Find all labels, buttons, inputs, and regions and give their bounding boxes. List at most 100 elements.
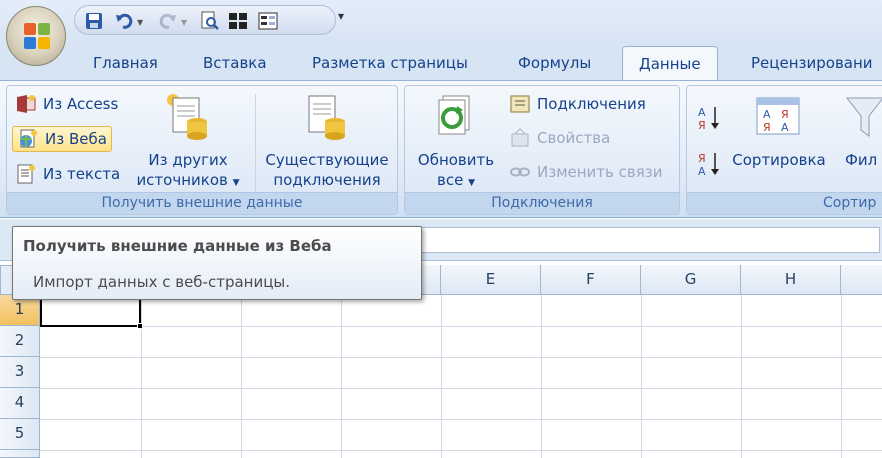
connections-button[interactable]: Подключения — [509, 94, 646, 114]
tooltip: Получить внешние данные из Веба Импорт д… — [12, 226, 422, 300]
svg-text:Я: Я — [698, 152, 706, 165]
sort-filter-group: А Я Я А А Я Я А Сортировка Фил Сортир — [686, 85, 882, 215]
gridline — [641, 295, 642, 458]
refresh-all-label-2: все — [436, 171, 464, 189]
svg-text:А: А — [698, 165, 706, 178]
column-header-e[interactable]: E — [441, 265, 541, 295]
column-header-i[interactable] — [841, 265, 882, 295]
fill-handle[interactable] — [137, 323, 143, 329]
existing-connections-label-1: Существующие — [265, 151, 389, 169]
from-web-label: Из Веба — [45, 130, 107, 148]
connections-icon — [510, 95, 530, 113]
filter-label: Фил — [845, 151, 878, 169]
office-logo-icon — [24, 23, 50, 49]
from-text-button[interactable]: Из текста — [15, 164, 120, 184]
connections-label: Подключения — [537, 95, 646, 113]
link-icon — [510, 167, 530, 177]
redo-dropdown-icon[interactable]: ▼ — [181, 18, 187, 27]
gridline — [141, 295, 142, 458]
svg-text:А: А — [763, 108, 771, 121]
get-external-data-group-label: Получить внешние данные — [7, 192, 397, 214]
from-access-button[interactable]: Из Access — [15, 94, 118, 114]
group-divider — [255, 94, 256, 192]
tab-data[interactable]: Данные — [622, 46, 718, 84]
other-sources-label-1: Из других — [148, 151, 228, 169]
row-header-4[interactable]: 4 — [0, 388, 40, 419]
column-header-f[interactable]: F — [541, 265, 641, 295]
other-sources-label-2-wrap: источников ▼ — [133, 170, 243, 193]
existing-connections-label-2: подключения — [273, 171, 381, 189]
tooltip-body: Импорт данных с веб-страницы. — [33, 273, 291, 291]
freeze-panes-icon[interactable] — [227, 10, 249, 32]
tab-page-layout[interactable]: Разметка страницы — [312, 54, 468, 72]
dropdown-arrow-icon: ▼ — [232, 178, 240, 188]
svg-text:А: А — [781, 121, 789, 134]
existing-connections-icon — [308, 95, 345, 140]
gridline — [40, 419, 882, 420]
web-icon — [20, 129, 37, 148]
sort-filter-group-label: Сортир — [687, 192, 882, 214]
tab-formulas[interactable]: Формулы — [518, 54, 591, 72]
customize-qat-button[interactable]: ▾ — [338, 9, 344, 23]
gridline — [541, 295, 542, 458]
office-button[interactable] — [6, 6, 66, 66]
refresh-all-label-2-wrap: все ▼ — [409, 170, 503, 193]
row-header-5[interactable]: 5 — [0, 419, 40, 450]
tab-home[interactable]: Главная — [93, 54, 158, 72]
sort-dialog-icon: А Я Я А — [756, 97, 800, 135]
edit-links-button[interactable]: Изменить связи — [509, 162, 662, 182]
other-sources-label-2: источников — [136, 171, 228, 189]
sort-label: Сортировка — [732, 151, 826, 169]
gridline — [40, 450, 882, 451]
undo-icon[interactable] — [113, 10, 135, 32]
sort-descending-icon: Я А — [698, 152, 719, 178]
sort-ascending-icon: А Я — [698, 106, 719, 132]
refresh-icon — [438, 95, 470, 135]
connections-group-label: Подключения — [405, 192, 679, 214]
tab-insert[interactable]: Вставка — [203, 54, 267, 72]
dropdown-arrow-icon: ▼ — [468, 178, 476, 188]
text-file-icon — [17, 164, 35, 184]
from-text-label: Из текста — [43, 165, 121, 183]
redo-icon[interactable] — [157, 10, 179, 32]
properties-label: Свойства — [537, 129, 611, 147]
get-external-data-group: Из Access Из Веба Из текста Из других ис… — [6, 85, 398, 215]
undo-dropdown-icon[interactable]: ▼ — [137, 18, 143, 27]
column-header-g[interactable]: G — [641, 265, 741, 295]
tooltip-title: Получить внешние данные из Веба — [23, 237, 332, 255]
gridline — [341, 295, 342, 458]
form-icon[interactable] — [257, 10, 279, 32]
row-header-6[interactable] — [0, 450, 40, 458]
print-preview-icon[interactable] — [199, 10, 221, 32]
properties-icon — [511, 128, 529, 147]
row-header-2[interactable]: 2 — [0, 326, 40, 357]
sort-z-a-button[interactable]: Я А — [697, 150, 721, 182]
formula-input[interactable] — [420, 227, 880, 253]
column-header-h[interactable]: H — [741, 265, 841, 295]
svg-text:Я: Я — [763, 121, 771, 134]
gridline — [40, 357, 882, 358]
gridline — [40, 388, 882, 389]
connections-group: Обновить все ▼ Подключения Свойства Изме… — [404, 85, 680, 215]
gridline — [441, 295, 442, 458]
gridline — [741, 295, 742, 458]
gridline — [40, 326, 882, 327]
tab-review[interactable]: Рецензировани — [751, 54, 873, 72]
svg-text:Я: Я — [781, 108, 789, 121]
row-header-3[interactable]: 3 — [0, 357, 40, 388]
gridline — [841, 295, 842, 458]
from-web-button[interactable]: Из Веба — [12, 126, 112, 152]
edit-links-label: Изменить связи — [537, 163, 663, 181]
title-bar: ▼ ▼ ▾ — [0, 0, 882, 44]
sort-a-z-button[interactable]: А Я — [697, 104, 721, 136]
svg-text:Я: Я — [698, 119, 706, 132]
from-access-label: Из Access — [43, 95, 119, 113]
save-icon[interactable] — [83, 10, 105, 32]
quick-access-toolbar: ▼ ▼ — [74, 5, 336, 35]
refresh-all-label-1: Обновить — [417, 151, 495, 169]
other-sources-icon — [167, 94, 207, 140]
gridline — [241, 295, 242, 458]
ribbon: Из Access Из Веба Из текста Из других ис… — [0, 80, 882, 218]
properties-button[interactable]: Свойства — [509, 128, 610, 148]
filter-icon — [845, 97, 882, 137]
